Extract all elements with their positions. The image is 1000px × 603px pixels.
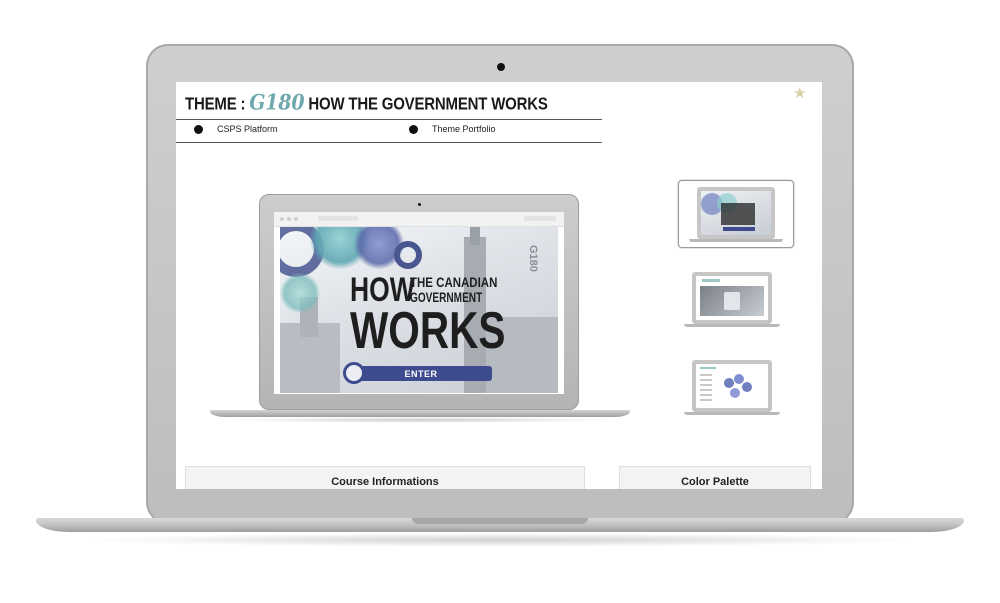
thumbnail-header-bar	[702, 279, 720, 282]
nav-item-csps-platform[interactable]: CSPS Platform	[194, 124, 278, 134]
thumbnail-header-bar	[700, 367, 716, 369]
theme-code: G180	[249, 90, 305, 116]
laptop-screen: THEME : G180 HOW THE GOVERNMENT WORKS ★ …	[176, 82, 822, 489]
thumbnail-base	[684, 324, 780, 327]
laptop-shadow	[80, 533, 920, 547]
hero-side-code: G180	[527, 245, 539, 272]
window-dot-icon	[294, 217, 298, 221]
theme-label: THEME :	[185, 94, 246, 115]
enter-button-label: ENTER	[404, 368, 438, 379]
window-dot-icon	[287, 217, 291, 221]
star-icon[interactable]: ★	[793, 84, 806, 102]
course-info-button[interactable]: Course Informations	[185, 466, 585, 489]
thumbnail-base	[684, 412, 780, 415]
theme-title: HOW THE GOVERNMENT WORKS	[308, 94, 548, 115]
enter-knob-icon	[343, 362, 365, 384]
preview-hero: HOW THE CANADIAN GOVERNMENT WORKS G180 E…	[280, 227, 558, 393]
gear-icon	[724, 378, 734, 388]
laptop-base-notch	[412, 518, 588, 524]
preview-laptop-base	[210, 410, 630, 417]
bar-controls	[524, 216, 556, 221]
thumbnail-screen	[696, 364, 768, 408]
page-title: THEME : G180 HOW THE GOVERNMENT WORKS	[185, 90, 548, 115]
gear-icon	[730, 388, 740, 398]
preview-camera-dot	[418, 203, 421, 206]
hero-works: WORKS	[350, 302, 506, 360]
thumbnail-video[interactable]	[684, 270, 784, 330]
bullet-icon	[409, 124, 418, 134]
color-palette-button[interactable]: Color Palette	[619, 466, 811, 489]
course-info-label: Course Informations	[331, 476, 439, 488]
preview-laptop-shadow	[226, 417, 616, 423]
hero-the-canadian: THE CANADIAN	[410, 274, 498, 290]
nav-divider-bottom	[176, 142, 602, 143]
nav-divider-top	[176, 119, 602, 120]
enter-button[interactable]: ENTER	[350, 366, 492, 381]
gear-icon	[394, 241, 422, 269]
thumbnail-video-frame	[700, 286, 764, 316]
gear-icon	[280, 273, 320, 313]
thumbnail-person	[724, 292, 740, 310]
nav-item-label: Theme Portfolio	[432, 124, 496, 134]
address-bar	[318, 216, 358, 221]
thumbnail-enter	[723, 227, 755, 231]
preview-browser-bar	[274, 212, 564, 227]
thumbnail-home[interactable]	[678, 180, 794, 248]
camera-dot	[497, 63, 505, 71]
tower-spire	[470, 227, 480, 245]
nav-item-theme-portfolio[interactable]: Theme Portfolio	[409, 124, 496, 134]
thumbnail-headline	[721, 203, 755, 225]
preview-screen[interactable]: HOW THE CANADIAN GOVERNMENT WORKS G180 E…	[274, 212, 564, 394]
thumbnail-diagram[interactable]	[684, 358, 784, 418]
window-dot-icon	[280, 217, 284, 221]
thumbnail-screen	[701, 191, 771, 235]
gear-icon	[742, 382, 752, 392]
bullet-icon	[194, 124, 203, 134]
thumbnail-text-lines	[700, 374, 712, 402]
stage: THEME : G180 HOW THE GOVERNMENT WORKS ★ …	[0, 0, 1000, 603]
color-palette-label: Color Palette	[681, 476, 749, 488]
thumbnail-screen	[696, 276, 768, 320]
thumbnail-base	[689, 239, 783, 242]
nav-item-label: CSPS Platform	[217, 124, 278, 134]
